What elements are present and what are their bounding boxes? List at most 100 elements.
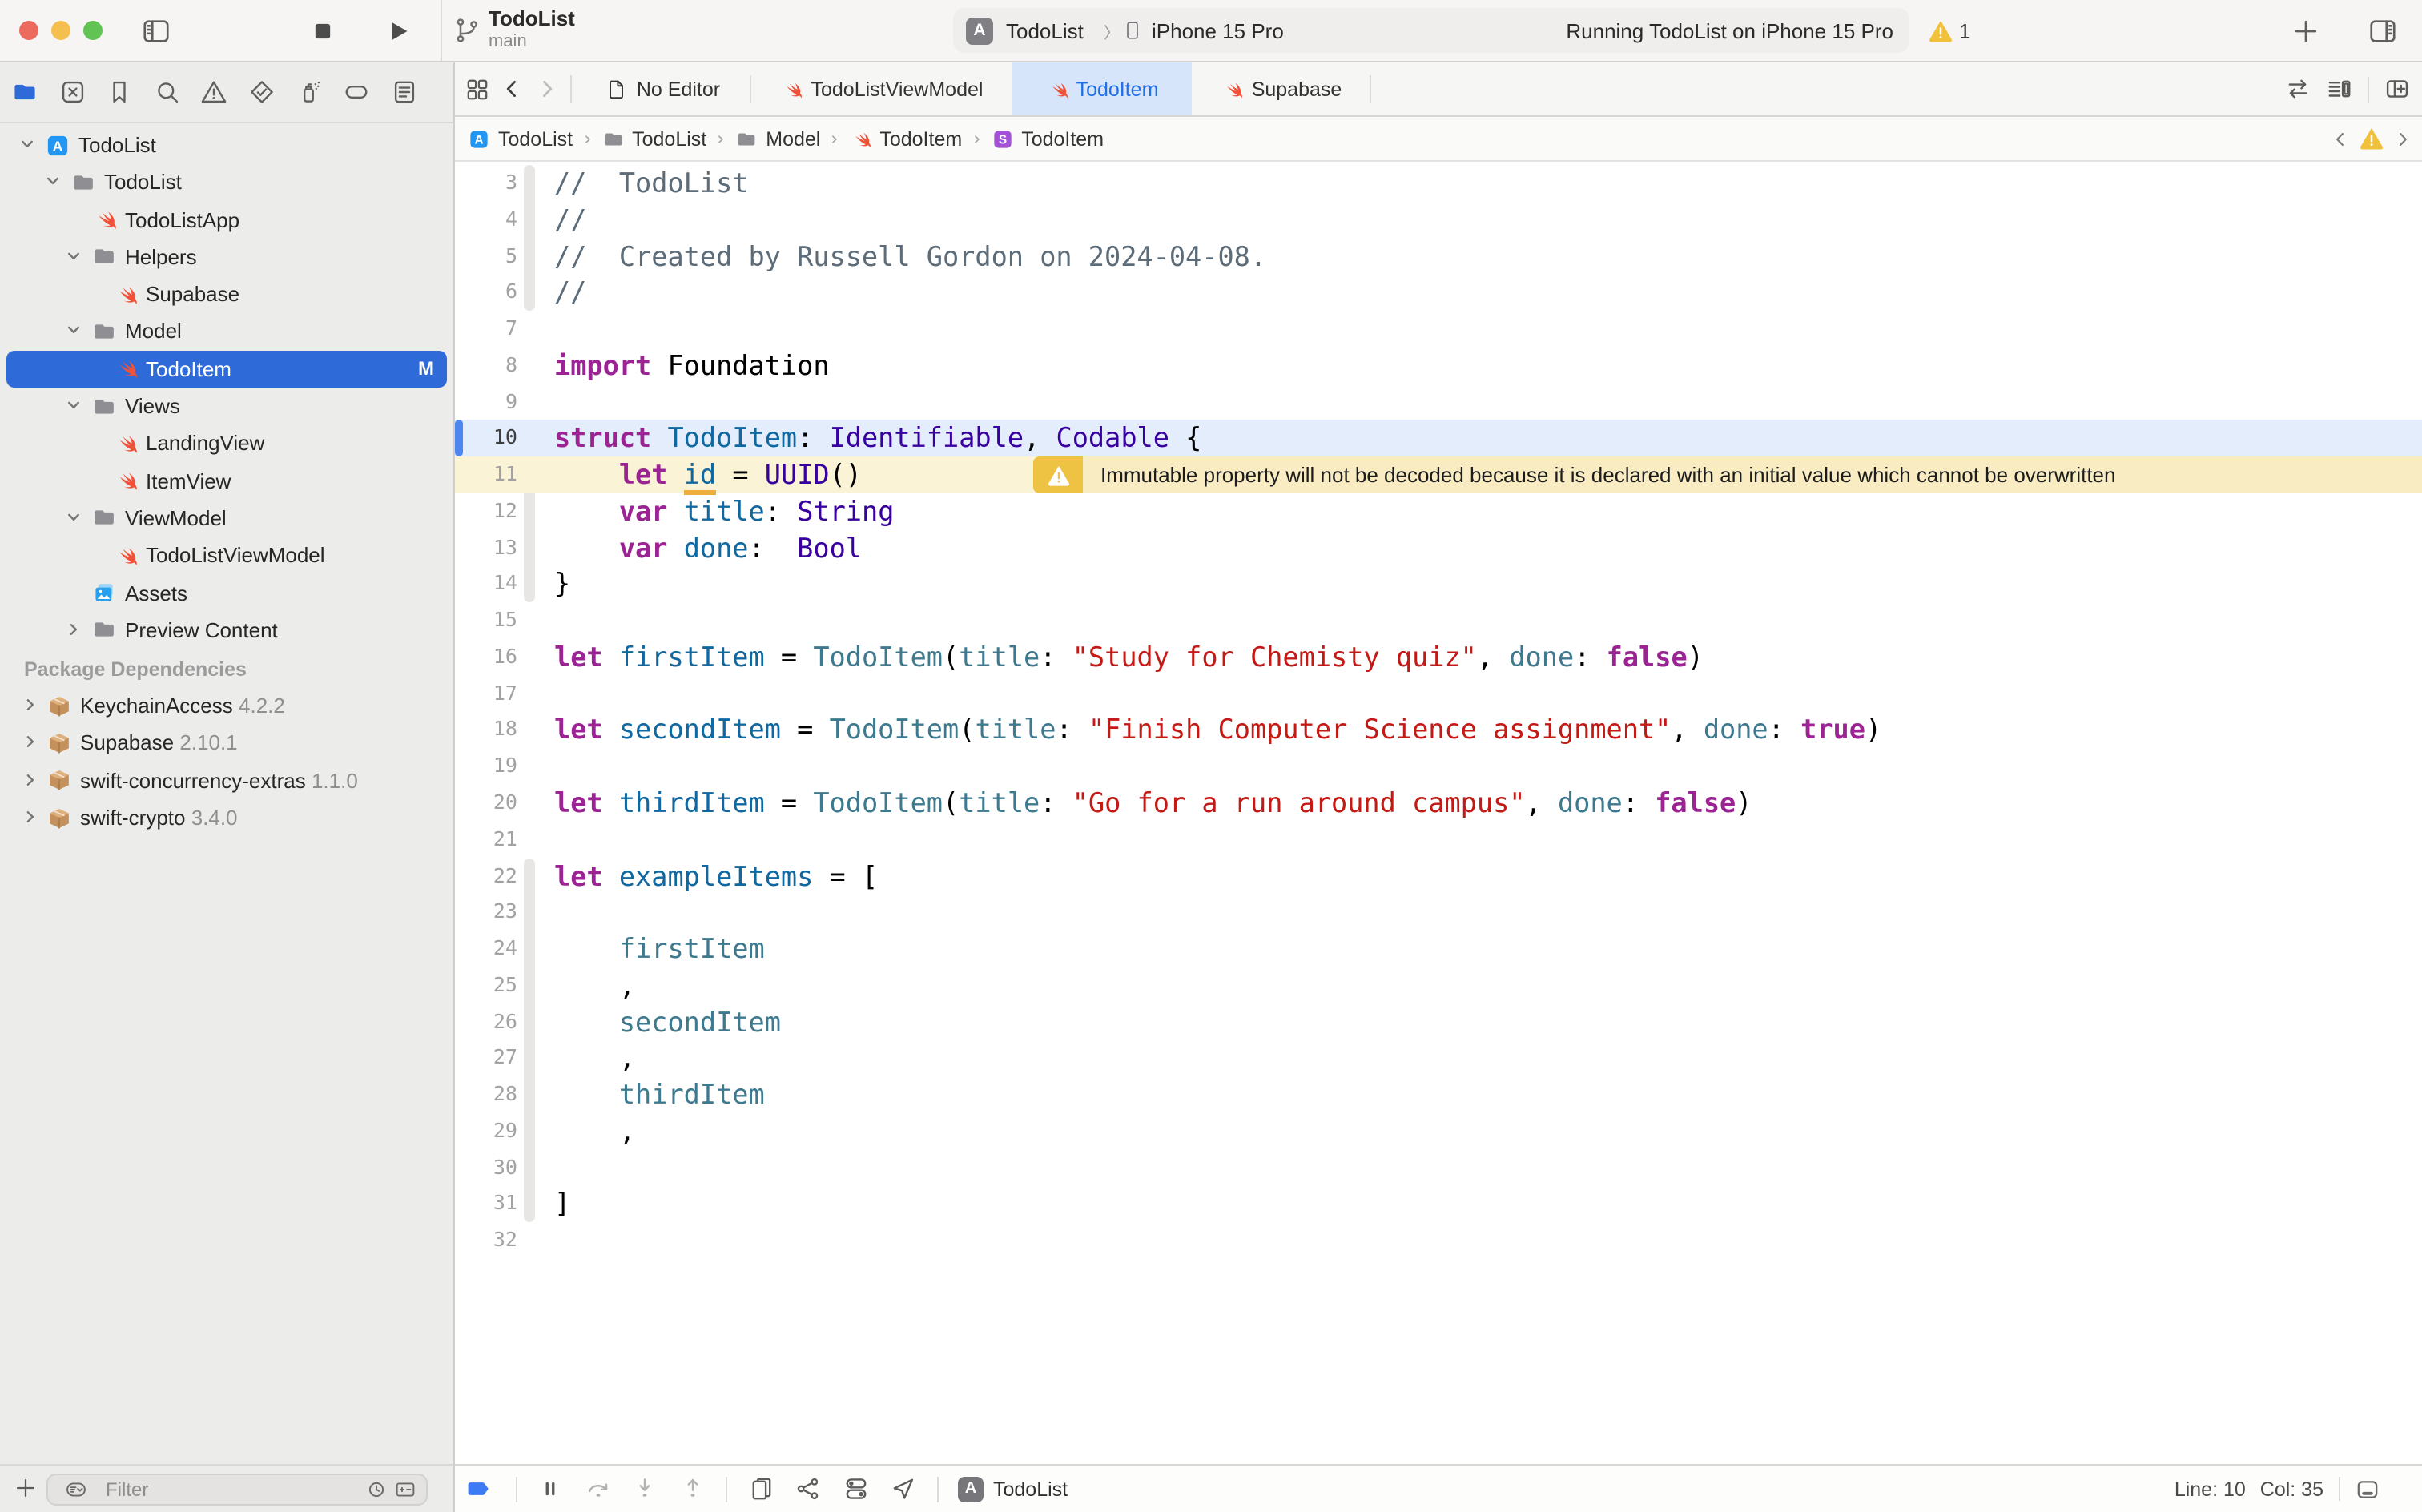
adjust-editor-options-icon[interactable] bbox=[2326, 75, 2353, 103]
code-line-25[interactable]: 25 , bbox=[455, 967, 2422, 1004]
window-close-button[interactable] bbox=[19, 21, 38, 40]
package-item-supabase[interactable]: Supabase 2.10.1 bbox=[0, 725, 453, 762]
code-line-23[interactable]: 23 bbox=[455, 895, 2422, 931]
disclosure-down-icon[interactable] bbox=[17, 135, 36, 154]
toggle-debug-area-icon[interactable] bbox=[2354, 1476, 2380, 1502]
disclosure-down-icon[interactable] bbox=[42, 172, 62, 191]
step-over-icon[interactable] bbox=[584, 1475, 611, 1502]
debug-navigator-icon[interactable] bbox=[296, 78, 323, 106]
sidebar-item-preview-content[interactable]: Preview Content bbox=[0, 612, 453, 649]
filter-field[interactable] bbox=[46, 1474, 428, 1506]
sidebar-item-model[interactable]: Model bbox=[0, 313, 453, 351]
bookmark-navigator-icon[interactable] bbox=[106, 78, 133, 106]
breadcrumb-item[interactable]: Model bbox=[735, 127, 820, 150]
inline-warning-icon-chip[interactable] bbox=[1033, 456, 1083, 493]
breadcrumb-item[interactable]: TodoList bbox=[601, 127, 706, 150]
test-navigator-icon[interactable] bbox=[248, 78, 276, 106]
code-line-19[interactable]: 19 bbox=[455, 749, 2422, 786]
disclosure-down-icon[interactable] bbox=[63, 396, 82, 415]
sidebar-item-supabase[interactable]: Supabase bbox=[0, 275, 453, 313]
view-hierarchy-icon[interactable] bbox=[747, 1475, 774, 1502]
code-line-3[interactable]: 3// TodoList bbox=[455, 165, 2422, 202]
code-line-9[interactable]: 9 bbox=[455, 384, 2422, 420]
code-line-7[interactable]: 7 bbox=[455, 311, 2422, 348]
step-into-icon[interactable] bbox=[631, 1475, 658, 1502]
disclosure-down-icon[interactable] bbox=[63, 321, 82, 340]
window-zoom-button[interactable] bbox=[83, 21, 103, 40]
find-navigator-icon[interactable] bbox=[154, 78, 181, 106]
stop-button[interactable] bbox=[309, 18, 336, 45]
disclosure-right-icon[interactable] bbox=[21, 807, 40, 826]
run-button[interactable] bbox=[383, 16, 413, 46]
memory-graph-icon[interactable] bbox=[795, 1475, 822, 1502]
code-line-22[interactable]: 22let exampleItems = [ bbox=[455, 858, 2422, 895]
package-item-swift-crypto[interactable]: swift-crypto 3.4.0 bbox=[0, 799, 453, 837]
destination-name[interactable]: iPhone 15 Pro bbox=[1152, 8, 1284, 53]
add-editor-icon[interactable] bbox=[2384, 75, 2411, 103]
source-control-navigator-icon[interactable] bbox=[58, 78, 86, 106]
code-line-12[interactable]: 12 var title: String bbox=[455, 493, 2422, 530]
code-line-20[interactable]: 20let thirdItem = TodoItem(title: "Go fo… bbox=[455, 785, 2422, 822]
library-add-icon[interactable] bbox=[2291, 16, 2321, 46]
sidebar-item-helpers[interactable]: Helpers bbox=[0, 239, 453, 276]
recent-files-icon[interactable] bbox=[365, 1478, 388, 1500]
sidebar-item-assets[interactable]: Assets bbox=[0, 574, 453, 612]
filter-options-icon[interactable] bbox=[58, 1478, 95, 1500]
project-navigator-icon[interactable] bbox=[11, 78, 38, 106]
running-process[interactable]: A TodoList bbox=[958, 1476, 1068, 1502]
code-line-31[interactable]: 31] bbox=[455, 1186, 2422, 1223]
disclosure-right-icon[interactable] bbox=[21, 695, 40, 714]
simulate-location-icon[interactable] bbox=[889, 1475, 916, 1502]
editor-tab-no-editor[interactable]: No Editor bbox=[575, 62, 751, 115]
add-file-icon[interactable] bbox=[13, 1475, 38, 1501]
issue-navigator-icon[interactable] bbox=[201, 78, 228, 106]
report-navigator-icon[interactable] bbox=[391, 78, 418, 106]
breadcrumb-item[interactable]: STodoItem bbox=[991, 127, 1104, 150]
issue-warning-icon[interactable] bbox=[2360, 127, 2384, 151]
code-line-15[interactable]: 15 bbox=[455, 602, 2422, 639]
back-icon[interactable] bbox=[500, 77, 524, 101]
code-line-16[interactable]: 16let firstItem = TodoItem(title: "Study… bbox=[455, 639, 2422, 676]
code-line-32[interactable]: 32 bbox=[455, 1222, 2422, 1259]
breakpoint-navigator-icon[interactable] bbox=[343, 78, 370, 106]
activity-status-bar[interactable]: A TodoList 〉 iPhone 15 Pro Running TodoL… bbox=[953, 8, 1909, 53]
code-line-14[interactable]: 14} bbox=[455, 566, 2422, 603]
warning-count-badge[interactable]: 1 bbox=[1929, 0, 1970, 61]
forward-icon[interactable] bbox=[535, 77, 559, 101]
code-line-24[interactable]: 24 firstItem bbox=[455, 931, 2422, 967]
code-line-26[interactable]: 26 secondItem bbox=[455, 1003, 2422, 1040]
code-line-27[interactable]: 27 , bbox=[455, 1040, 2422, 1077]
code-line-21[interactable]: 21 bbox=[455, 822, 2422, 859]
step-out-icon[interactable] bbox=[678, 1475, 706, 1502]
code-line-18[interactable]: 18let secondItem = TodoItem(title: "Fini… bbox=[455, 712, 2422, 749]
breakpoints-toggle-icon[interactable] bbox=[461, 1475, 495, 1502]
source-control-status-filter-icon[interactable] bbox=[392, 1478, 418, 1500]
code-line-10[interactable]: 10struct TodoItem: Identifiable, Codable… bbox=[455, 420, 2422, 457]
sidebar-item-todolistviewmodel[interactable]: TodoListViewModel bbox=[0, 537, 453, 575]
sidebar-item-itemview[interactable]: ItemView bbox=[0, 462, 453, 500]
sidebar-item-todolist[interactable]: TodoList bbox=[0, 164, 453, 202]
code-line-29[interactable]: 29 , bbox=[455, 1113, 2422, 1150]
pause-execution-icon[interactable] bbox=[537, 1475, 564, 1502]
package-item-swift-concurrency-extras[interactable]: swift-concurrency-extras 1.1.0 bbox=[0, 762, 453, 800]
sidebar-item-landingview[interactable]: LandingView bbox=[0, 425, 453, 463]
code-line-6[interactable]: 6// bbox=[455, 275, 2422, 312]
scheme-name[interactable]: TodoList bbox=[1006, 8, 1084, 53]
sidebar-item-views[interactable]: Views bbox=[0, 388, 453, 425]
source-editor[interactable]: 3// TodoList4//5// Created by Russell Go… bbox=[455, 162, 2422, 1464]
sidebar-item-todolistapp[interactable]: TodoListApp bbox=[0, 201, 453, 239]
sidebar-item-todolist[interactable]: ATodoList bbox=[0, 127, 453, 164]
disclosure-right-icon[interactable] bbox=[21, 733, 40, 752]
editor-tab-supabase[interactable]: Supabase bbox=[1192, 62, 1371, 115]
code-review-icon[interactable] bbox=[2284, 75, 2311, 103]
disclosure-down-icon[interactable] bbox=[63, 508, 82, 527]
environment-overrides-icon[interactable] bbox=[842, 1475, 869, 1502]
code-line-17[interactable]: 17 bbox=[455, 675, 2422, 712]
code-line-4[interactable]: 4// bbox=[455, 202, 2422, 239]
editor-layout-grid-icon[interactable] bbox=[465, 76, 490, 102]
sidebar-item-todoitem[interactable]: TodoItemM bbox=[0, 351, 453, 388]
disclosure-right-icon[interactable] bbox=[21, 770, 40, 790]
code-line-28[interactable]: 28 thirdItem bbox=[455, 1076, 2422, 1113]
disclosure-right-icon[interactable] bbox=[63, 620, 82, 639]
next-issue-icon[interactable] bbox=[2393, 129, 2412, 148]
